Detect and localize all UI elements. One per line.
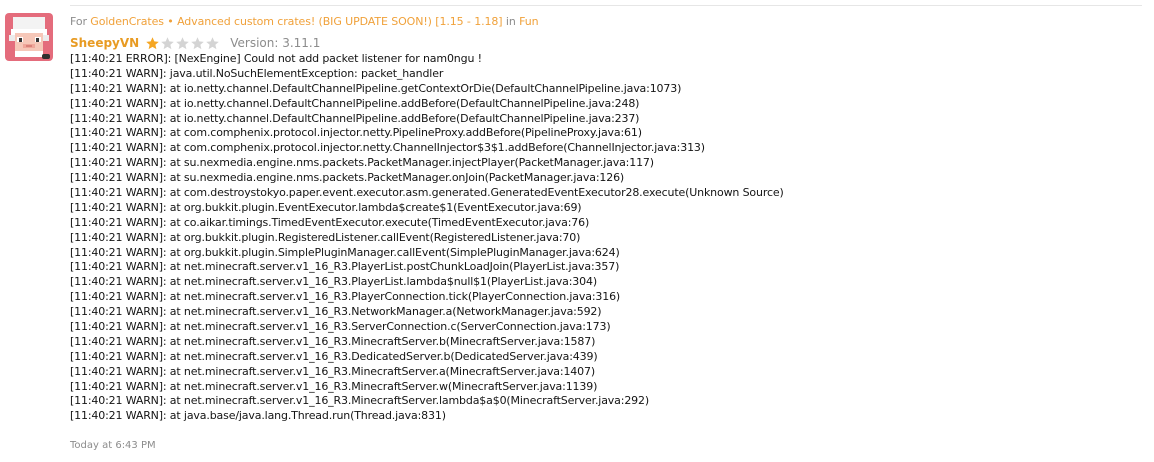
log-line: [11:40:21 WARN]: at org.bukkit.plugin.Si… [70, 245, 620, 259]
log-line: [11:40:21 WARN]: at io.netty.channel.Def… [70, 81, 682, 95]
log-line: [11:40:21 WARN]: at net.minecraft.server… [70, 394, 650, 408]
review-meta: SheepyVN Version: 3.11.1 [70, 35, 320, 51]
log-line: [11:40:21 WARN]: at net.minecraft.server… [70, 349, 598, 363]
resource-link[interactable]: GoldenCrates • Advanced custom crates! (… [90, 15, 502, 28]
log-line: [11:40:21 WARN]: at net.minecraft.server… [70, 275, 597, 289]
star-icon [161, 36, 174, 49]
log-line: [11:40:21 WARN]: at io.netty.channel.Def… [70, 96, 640, 110]
log-line: [11:40:21 WARN]: at net.minecraft.server… [70, 379, 598, 393]
category-link[interactable]: Fun [519, 15, 538, 28]
log-line: [11:40:21 WARN]: at su.nexmedia.engine.n… [70, 171, 625, 185]
log-line: [11:40:21 WARN]: at net.minecraft.server… [70, 260, 620, 274]
star-icon [191, 36, 204, 49]
review-body: [11:40:21 ERROR]: [NexEngine] Could not … [70, 52, 784, 424]
log-line: [11:40:21 WARN]: at com.comphenix.protoc… [70, 141, 705, 155]
log-line: [11:40:21 WARN]: at net.minecraft.server… [70, 305, 602, 319]
log-line: [11:40:21 WARN]: at su.nexmedia.engine.n… [70, 156, 654, 170]
log-line: [11:40:21 ERROR]: [NexEngine] Could not … [70, 52, 482, 65]
in-prefix: in [505, 15, 516, 28]
log-line: [11:40:21 WARN]: at net.minecraft.server… [70, 290, 621, 304]
log-line: [11:40:21 WARN]: at org.bukkit.plugin.Re… [70, 230, 581, 244]
version-label: Version: 3.11.1 [230, 36, 321, 50]
log-line: [11:40:21 WARN]: at co.aikar.timings.Tim… [70, 215, 590, 229]
resource-review: For GoldenCrates • Advanced custom crate… [0, 0, 1154, 462]
log-line: [11:40:21 WARN]: at io.netty.channel.Def… [70, 111, 640, 125]
log-line: [11:40:21 WARN]: at org.bukkit.plugin.Ev… [70, 200, 582, 214]
log-line: [11:40:21 WARN]: at com.destroystokyo.pa… [70, 186, 784, 200]
resource-link-line: For GoldenCrates • Advanced custom crate… [70, 15, 539, 28]
log-line: [11:40:21 WARN]: at com.comphenix.protoc… [70, 126, 642, 140]
log-line: [11:40:21 WARN]: at java.base/java.lang.… [70, 409, 446, 423]
for-prefix: For [70, 15, 87, 28]
star-icon [206, 36, 219, 49]
rating-stars [145, 36, 220, 51]
divider [70, 5, 1142, 6]
review-timestamp[interactable]: Today at 6:43 PM [70, 440, 156, 451]
star-icon [176, 36, 189, 49]
log-line: [11:40:21 WARN]: at net.minecraft.server… [70, 364, 595, 378]
avatar[interactable] [5, 13, 53, 61]
star-icon [146, 36, 159, 49]
pixel-sheep-avatar-icon [5, 13, 53, 61]
log-line: [11:40:21 WARN]: java.util.NoSuchElement… [70, 66, 444, 80]
log-line: [11:40:21 WARN]: at net.minecraft.server… [70, 334, 596, 348]
username-link[interactable]: SheepyVN [70, 36, 139, 50]
log-line: [11:40:21 WARN]: at net.minecraft.server… [70, 320, 611, 334]
